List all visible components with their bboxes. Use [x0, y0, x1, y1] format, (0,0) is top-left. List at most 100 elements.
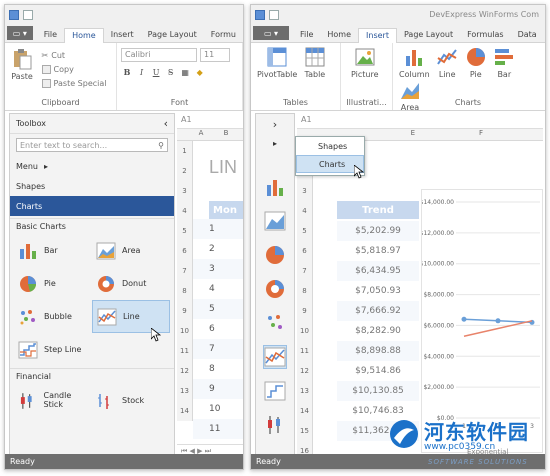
paste-button[interactable]: Paste	[11, 48, 33, 81]
column-chart-button[interactable]: Column	[399, 46, 430, 79]
column-header[interactable]: F	[419, 129, 543, 140]
row-header[interactable]: 11	[297, 341, 313, 361]
line-chart-button[interactable]: Line	[436, 46, 458, 79]
file-tab[interactable]: ▭ ▾	[7, 26, 33, 40]
cut-button[interactable]: ✂ Cut	[42, 48, 107, 62]
row-header[interactable]: 14	[297, 401, 313, 421]
line-chart-icon[interactable]	[263, 345, 287, 369]
toolbox-search-input[interactable]: Enter text to search... ⚲	[16, 138, 168, 152]
trend-cell[interactable]: $7,666.92	[337, 301, 419, 321]
month-cell[interactable]: 8	[193, 359, 243, 379]
step-line-chart-icon[interactable]	[264, 380, 286, 402]
month-cell[interactable]: 11	[193, 419, 243, 439]
row-header[interactable]: 9	[177, 301, 193, 321]
paste-special-button[interactable]: Paste Special	[41, 76, 107, 90]
toolbox-item-shapes[interactable]: Shapes	[10, 176, 174, 196]
tab-file[interactable]: File	[293, 28, 320, 42]
row-header[interactable]: 7	[177, 261, 193, 281]
row-header[interactable]: 1	[177, 141, 193, 161]
row-header[interactable]: 10	[177, 321, 193, 341]
font-size-select[interactable]: 11	[200, 48, 230, 62]
row-header[interactable]: 3	[177, 181, 193, 201]
trend-cell[interactable]: $5,818.97	[337, 241, 419, 261]
tab-file[interactable]: File	[37, 28, 64, 42]
fill-color-icon[interactable]: ◆	[194, 68, 206, 80]
row-header[interactable]: 12	[177, 361, 193, 381]
trend-cell[interactable]: $6,434.95	[337, 261, 419, 281]
row-header[interactable]: 14	[177, 401, 193, 421]
tab-home[interactable]: Home	[64, 28, 104, 43]
row-header[interactable]: 4	[177, 201, 193, 221]
row-header[interactable]: 3	[297, 181, 313, 201]
name-box[interactable]: A1	[297, 113, 543, 129]
chart-item-bubble[interactable]: Bubble	[14, 300, 92, 333]
row-header[interactable]: 9	[297, 301, 313, 321]
row-header[interactable]: 7	[297, 261, 313, 281]
file-tab[interactable]: ▭ ▾	[253, 26, 289, 40]
save-icon[interactable]	[255, 10, 265, 20]
row-header[interactable]: 10	[297, 321, 313, 341]
bar-chart-icon[interactable]	[264, 176, 286, 198]
trend-cell[interactable]: $8,898.88	[337, 341, 419, 361]
area-chart-button[interactable]: Area	[399, 79, 421, 112]
quick-access-icon[interactable]	[269, 10, 279, 20]
table-button[interactable]: Table	[304, 46, 326, 79]
copy-button[interactable]: Copy	[41, 62, 107, 76]
row-header[interactable]: 2	[177, 161, 193, 181]
row-header[interactable]: 8	[177, 281, 193, 301]
chart-item-pie[interactable]: Pie	[14, 267, 92, 300]
font-name-select[interactable]: Calibri	[121, 48, 197, 62]
trend-cell[interactable]: $9,514.86	[337, 361, 419, 381]
bold-button[interactable]: B	[121, 67, 133, 79]
menu-item-shapes[interactable]: Shapes	[296, 137, 364, 155]
toolbox-strip-menu-arrow[interactable]: ▸	[256, 139, 294, 148]
pie-chart-button[interactable]: Pie	[465, 46, 487, 79]
expand-icon[interactable]: ›	[256, 114, 294, 131]
month-cell[interactable]: 10	[193, 399, 243, 419]
bar-chart-button[interactable]: Bar	[493, 46, 515, 79]
toolbox-item-charts[interactable]: Charts	[10, 196, 174, 216]
tab-formulas[interactable]: Formu	[204, 28, 243, 42]
name-box[interactable]: A1	[177, 113, 243, 129]
column-header[interactable]: A	[193, 129, 209, 140]
chart-item-donut[interactable]: Donut	[92, 267, 170, 300]
row-header[interactable]: 8	[297, 281, 313, 301]
tab-insert[interactable]: Insert	[104, 28, 141, 42]
tab-page-layout[interactable]: Page Layout	[397, 28, 460, 42]
month-cell[interactable]: 9	[193, 379, 243, 399]
chart-item-area[interactable]: Area	[92, 234, 170, 267]
row-header[interactable]: 5	[297, 221, 313, 241]
borders-icon[interactable]: ▦	[179, 68, 191, 80]
trend-cell[interactable]: $7,050.93	[337, 281, 419, 301]
column-header[interactable]: B	[209, 129, 243, 140]
trend-cell[interactable]: $5,202.99	[337, 221, 419, 241]
row-header[interactable]: 5	[177, 221, 193, 241]
candlestick-chart-icon[interactable]	[264, 414, 286, 436]
chart-item-bar[interactable]: Bar	[14, 234, 92, 267]
row-header[interactable]: 4	[297, 201, 313, 221]
chart-item-candle-stick[interactable]: Candle Stick	[14, 384, 92, 417]
underline-button[interactable]: U	[150, 68, 162, 80]
chart-item-step-line[interactable]: Step Line	[14, 333, 92, 366]
tab-insert[interactable]: Insert	[358, 28, 397, 43]
search-icon[interactable]: ⚲	[158, 141, 164, 150]
donut-chart-icon[interactable]	[264, 278, 286, 300]
tab-home[interactable]: Home	[320, 28, 358, 42]
tab-formulas[interactable]: Formulas	[460, 28, 511, 42]
row-header[interactable]: 12	[297, 361, 313, 381]
row-header[interactable]: 13	[297, 381, 313, 401]
quick-access-icon[interactable]	[23, 10, 33, 20]
toolbox-item-menu[interactable]: Menu ▸	[10, 156, 174, 176]
chart-item-stock[interactable]: Stock	[92, 384, 170, 417]
row-header[interactable]: 6	[297, 241, 313, 261]
italic-button[interactable]: I	[136, 68, 148, 80]
tab-data[interactable]: Data	[511, 28, 544, 42]
tab-page-layout[interactable]: Page Layout	[141, 28, 204, 42]
month-cell[interactable]: 3	[193, 259, 243, 279]
row-header[interactable]: 11	[177, 341, 193, 361]
trend-cell[interactable]: $8,282.90	[337, 321, 419, 341]
area-chart-icon[interactable]	[264, 210, 286, 232]
save-icon[interactable]	[9, 10, 19, 20]
month-cell[interactable]: 2	[193, 239, 243, 259]
month-cell[interactable]: 6	[193, 319, 243, 339]
